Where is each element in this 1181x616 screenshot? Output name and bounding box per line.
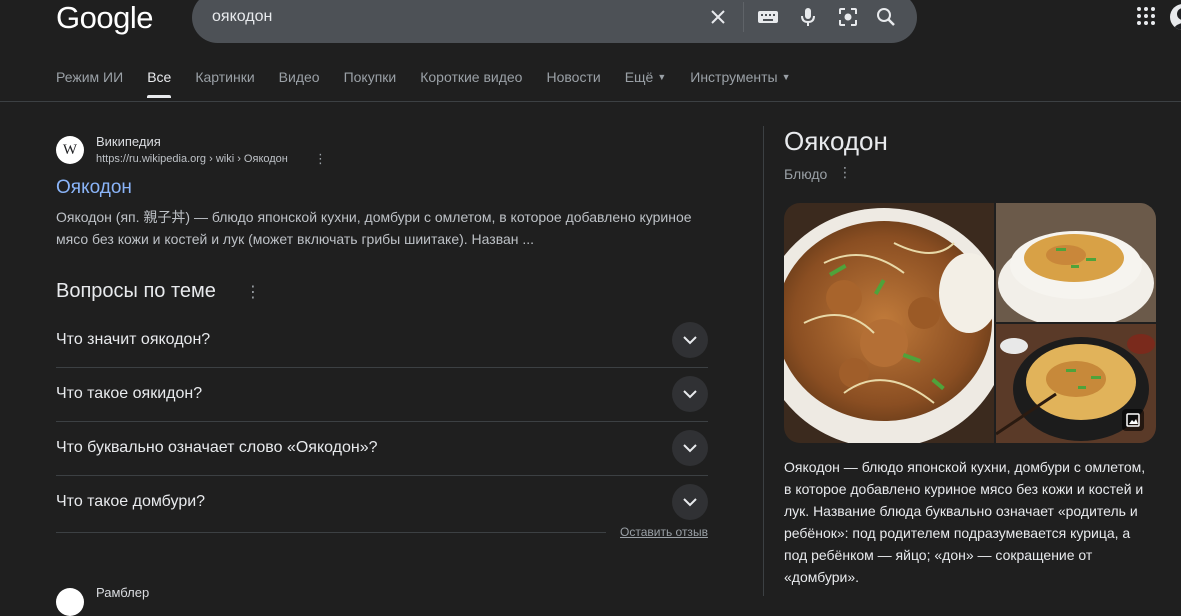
dish-image-2[interactable]: [996, 203, 1156, 322]
tab-ai-mode[interactable]: Режим ИИ: [56, 69, 123, 101]
feedback-divider: [56, 532, 606, 533]
tab-videos[interactable]: Видео: [279, 69, 320, 101]
paa-question: Что буквально означает слово «Оякодон»?: [56, 439, 378, 456]
result-snippet: Оякодон (яп. 親子丼) — блюдо японской кухни…: [56, 209, 692, 247]
more-vert-icon[interactable]: ⋮: [245, 282, 261, 302]
tabs-divider: [0, 101, 1181, 102]
paa-item[interactable]: Что такое оякидон?: [56, 368, 708, 422]
search-input[interactable]: оякодон: [212, 8, 272, 26]
avatar[interactable]: [1170, 4, 1181, 30]
tab-tools-label: Инструменты: [690, 69, 778, 85]
tab-more[interactable]: Ещё ▼: [625, 69, 667, 101]
chevron-down-icon[interactable]: [672, 430, 708, 466]
rambler-favicon[interactable]: [56, 588, 84, 616]
knowledge-panel-description: Оякодон — блюдо японской кухни, домбури …: [784, 459, 1146, 585]
mic-icon[interactable]: [796, 5, 820, 29]
result-url[interactable]: https://ru.wikipedia.org › wiki › Оякодо…: [96, 153, 288, 165]
knowledge-panel-title: Оякодон: [784, 126, 888, 156]
image-icon[interactable]: [1122, 409, 1144, 431]
caret-down-icon: ▼: [781, 72, 791, 82]
result-title-link[interactable]: Оякодон: [56, 177, 132, 199]
tab-news[interactable]: Новости: [546, 69, 600, 101]
keyboard-icon[interactable]: [756, 5, 780, 29]
search-tabs: Режим ИИ Все Картинки Видео Покупки Коро…: [56, 69, 814, 101]
caret-down-icon: ▼: [657, 72, 667, 82]
paa-list: Что значит оякодон? Что такое оякидон? Ч…: [56, 314, 708, 529]
paa-question: Что значит оякодон?: [56, 331, 211, 348]
dish-image-main[interactable]: [784, 203, 994, 443]
knowledge-panel-images: [784, 203, 1156, 443]
wikipedia-favicon[interactable]: W: [56, 136, 84, 164]
result-site-name[interactable]: Рамблер: [96, 585, 149, 600]
tab-shopping[interactable]: Покупки: [344, 69, 397, 101]
feedback-link[interactable]: Оставить отзыв: [620, 525, 708, 539]
tab-images[interactable]: Картинки: [195, 69, 254, 101]
knowledge-panel-divider: [763, 126, 764, 596]
knowledge-panel-subtitle: Блюдо: [784, 166, 828, 182]
paa-item[interactable]: Что значит оякодон?: [56, 314, 708, 368]
result-site-name[interactable]: Википедия: [96, 134, 161, 149]
google-logo[interactable]: Google: [56, 0, 153, 36]
search-bar[interactable]: оякодон: [192, 0, 917, 43]
chevron-down-icon[interactable]: [672, 484, 708, 520]
tab-tools[interactable]: Инструменты ▼: [690, 69, 790, 101]
more-vert-icon[interactable]: ⋮: [838, 164, 852, 181]
apps-icon[interactable]: [1136, 6, 1156, 26]
tab-short-videos[interactable]: Короткие видео: [420, 69, 522, 101]
paa-heading: Вопросы по теме: [56, 280, 216, 302]
paa-question: Что такое домбури?: [56, 493, 206, 510]
paa-item[interactable]: Что буквально означает слово «Оякодон»?: [56, 422, 708, 476]
tab-more-label: Ещё: [624, 69, 654, 85]
tab-all[interactable]: Все: [147, 69, 172, 101]
lens-icon[interactable]: [836, 5, 860, 29]
more-vert-icon[interactable]: ⋮: [314, 151, 327, 167]
dish-image-3[interactable]: [996, 324, 1156, 443]
chevron-down-icon[interactable]: [672, 322, 708, 358]
paa-item[interactable]: Что такое домбури?: [56, 476, 708, 529]
clear-icon[interactable]: [706, 5, 730, 29]
chevron-down-icon[interactable]: [672, 376, 708, 412]
paa-question: Что такое оякидон?: [56, 385, 203, 402]
search-icon[interactable]: [874, 5, 898, 29]
search-divider: [743, 2, 744, 32]
